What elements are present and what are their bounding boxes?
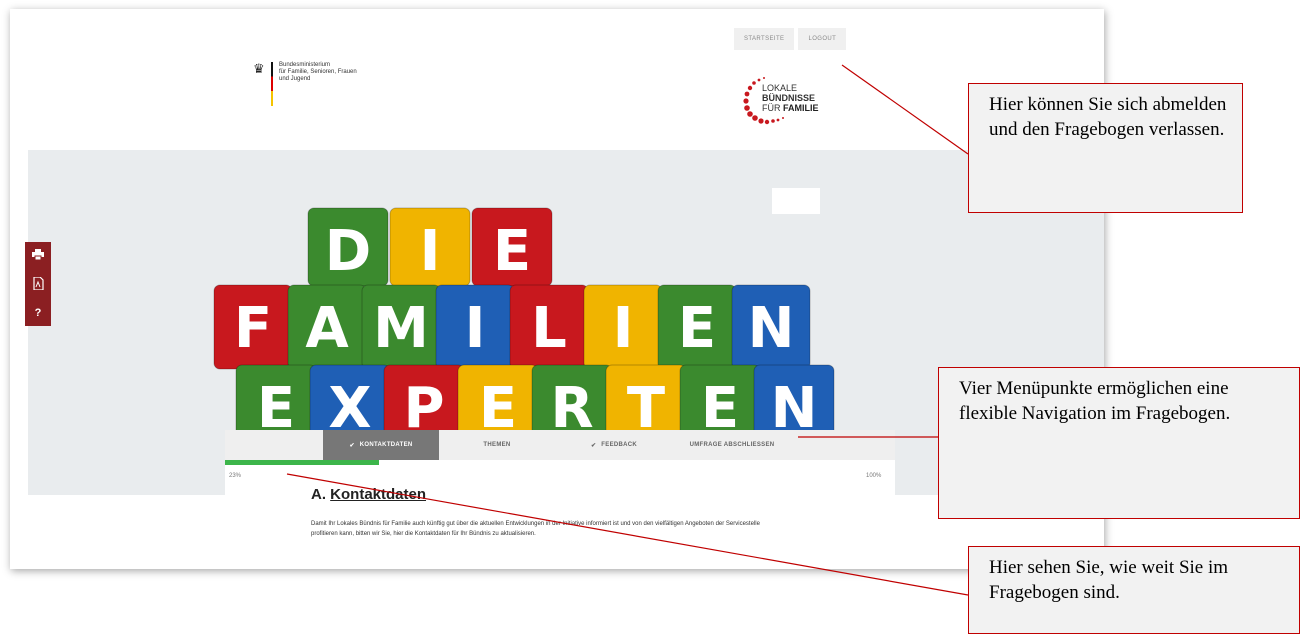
content-area <box>225 465 895 569</box>
progress-fill <box>225 460 380 465</box>
callout-logout: Hier können Sie sich abmelden und den Fr… <box>968 83 1243 213</box>
printer-icon[interactable] <box>32 249 44 263</box>
logout-button[interactable]: LOGOUT <box>798 28 847 50</box>
german-flag-bar <box>271 62 273 106</box>
logo-line-1: LOKALE <box>762 83 798 93</box>
letter-block: I <box>583 284 663 370</box>
tab-label: KONTAKTDATEN <box>359 442 413 448</box>
progress-bar <box>225 460 895 465</box>
letter-block: I <box>389 207 471 287</box>
block-letter: E <box>493 219 531 284</box>
letter-block: N <box>731 284 811 370</box>
block-letter: M <box>373 296 429 361</box>
block-letter: E <box>678 296 716 361</box>
pdf-icon[interactable] <box>32 276 44 293</box>
ministry-logo[interactable]: ♛ Bundesministerium für Familie, Seniore… <box>253 62 359 106</box>
tab-kontaktdaten[interactable]: ✔ KONTAKTDATEN <box>323 430 439 460</box>
block-letter: I <box>465 296 486 361</box>
check-circle-icon: ✔ <box>349 442 355 449</box>
top-navigation: STARTSEITE LOGOUT <box>734 28 850 50</box>
callout-progress: Hier sehen Sie, wie weit Sie im Fragebog… <box>968 546 1300 634</box>
tab-umfrage-abschliessen[interactable]: UMFRAGE ABSCHLIESSEN <box>673 430 791 460</box>
help-icon[interactable]: ? <box>35 307 42 319</box>
callout-menu: Vier Menüpunkte ermöglichen eine flexibl… <box>938 367 1300 519</box>
letter-block: L <box>509 284 589 370</box>
tab-label: FEEDBACK <box>601 442 638 448</box>
block-letter: A <box>305 296 349 361</box>
block-letter: I <box>613 296 634 361</box>
letter-block: F <box>213 284 293 370</box>
ministry-line-3: und Jugend <box>279 76 311 82</box>
progress-current-label: 23% <box>229 473 242 479</box>
lokale-buendnisse-logo[interactable]: LOKALE BÜNDNISSE FÜR FAMILIE <box>740 76 830 136</box>
block-letter: F <box>234 296 272 361</box>
letter-block: M <box>361 284 441 370</box>
section-title: Kontaktdaten <box>330 486 427 503</box>
federal-eagle-icon: ♛ <box>253 61 265 76</box>
sidebar-toolbar: ? <box>25 242 51 326</box>
block-letter: L <box>531 296 567 361</box>
startseite-button[interactable]: STARTSEITE <box>734 28 795 50</box>
ministry-line-1: Bundesministerium <box>279 62 331 68</box>
tab-themen[interactable]: THEMEN <box>439 430 555 460</box>
progress-max-label: 100% <box>866 473 882 479</box>
letter-block: A <box>287 284 367 370</box>
letter-block: E <box>471 207 553 287</box>
ministry-line-2: für Familie, Senioren, Frauen <box>279 69 357 75</box>
letter-block: D <box>307 207 389 287</box>
section-intro-text: Damit Ihr Lokales Bündnis für Familie au… <box>311 521 760 537</box>
questionnaire-menu: ✔ KONTAKTDATEN THEMEN ✔ FEEDBACK UMFRAGE A… <box>225 430 895 460</box>
check-circle-icon: ✔ <box>590 442 597 449</box>
letter-block: E <box>657 284 737 370</box>
logo-line-3b: FAMILIE <box>783 103 819 113</box>
logo-line-2: BÜNDNISSE <box>762 93 816 103</box>
logo-line-3a: FÜR <box>762 103 783 113</box>
tab-label: UMFRAGE ABSCHLIESSEN <box>689 442 775 448</box>
section-heading: A. Kontaktdaten <box>311 486 427 503</box>
hero-white-box <box>772 188 820 214</box>
block-letter: N <box>748 296 795 361</box>
block-letter: D <box>325 219 371 284</box>
tab-label: THEMEN <box>483 442 511 448</box>
letter-block: I <box>435 284 515 370</box>
tab-feedback[interactable]: ✔ FEEDBACK <box>555 430 673 460</box>
block-letter: I <box>420 219 441 284</box>
